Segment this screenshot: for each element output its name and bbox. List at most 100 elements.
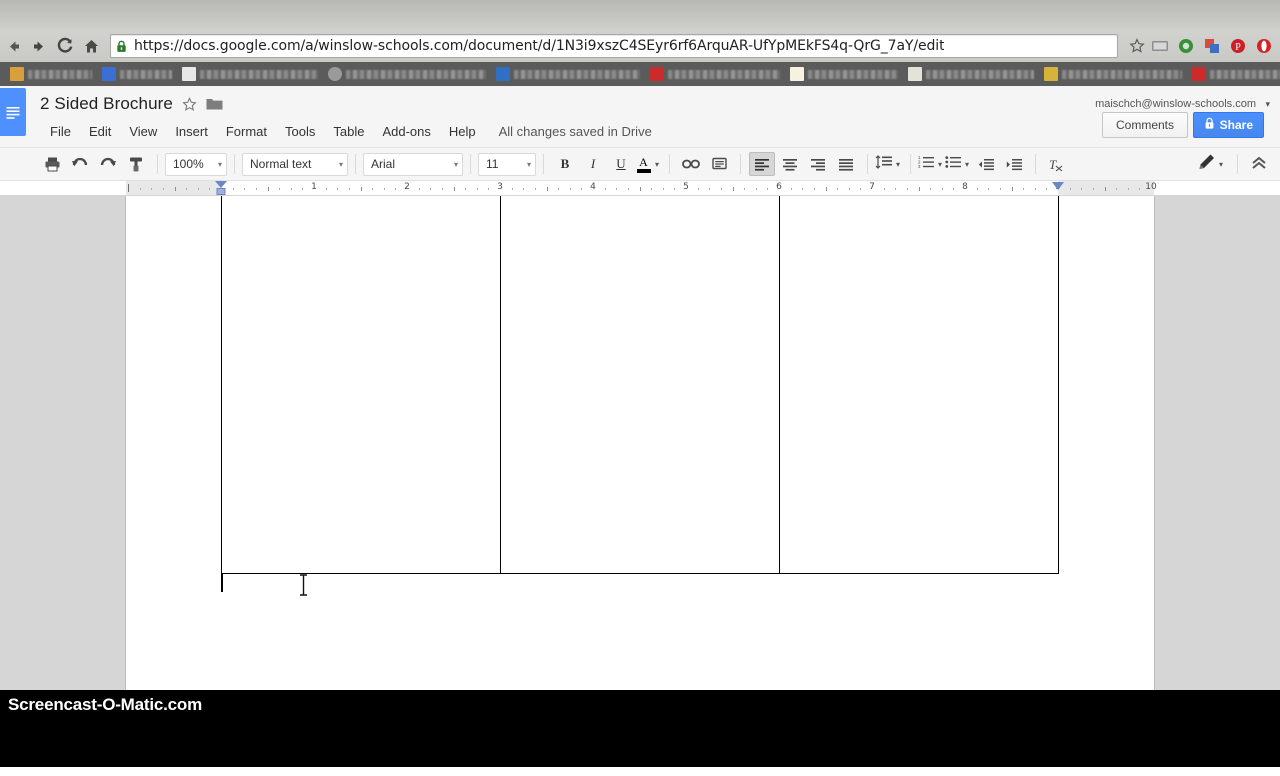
chevron-down-icon: ▾ [893,160,903,169]
home-icon[interactable] [78,33,104,59]
numbered-list-button[interactable]: 1 2 3 ▾ [918,155,945,173]
translate-icon[interactable] [1200,34,1224,58]
bold-button[interactable]: B [552,152,578,176]
account-email[interactable]: maischch@winslow-schools.com [1095,98,1256,110]
underline-button[interactable]: U [608,152,634,176]
ruler-tick-minor [698,188,699,190]
text-color-button[interactable]: A ▾ [635,156,662,173]
table-cell-column-3[interactable] [780,196,1059,574]
bookmarks-bar[interactable] [0,62,1280,86]
text-color-swatch [637,169,651,173]
align-center-icon[interactable] [777,152,803,176]
document-canvas[interactable] [0,196,1280,690]
zoom-dropdown[interactable]: 100% ▾ [165,153,227,176]
bookmark-item[interactable] [1192,67,1280,81]
decrease-indent-icon[interactable] [973,152,999,176]
undo-icon[interactable] [67,152,93,176]
bookmark-item[interactable] [496,67,640,81]
increase-indent-icon[interactable] [1001,152,1027,176]
menu-format[interactable]: Format [217,122,276,141]
menu-add-ons[interactable]: Add-ons [373,122,439,141]
share-button[interactable]: Share [1193,112,1264,138]
brochure-table[interactable] [221,196,1059,574]
left-indent-marker[interactable] [215,181,227,188]
apps-icon[interactable] [1148,34,1172,58]
clear-formatting-icon[interactable]: T [1044,152,1070,176]
comments-button[interactable]: Comments [1102,112,1188,138]
right-indent-marker[interactable] [1052,182,1064,190]
screencast-watermark: Screencast-O-Matic.com [0,690,1280,720]
ruler-tick-minor [605,188,606,190]
font-family-dropdown[interactable]: Arial ▾ [363,153,463,176]
google-docs-logo-icon[interactable] [0,88,26,136]
document-ruler[interactable]: 12345678910 [0,181,1280,196]
lock-icon [115,39,128,53]
bookmark-item[interactable] [182,67,318,81]
menu-help[interactable]: Help [440,122,485,141]
align-left-icon[interactable] [749,152,775,176]
link-icon[interactable] [678,152,704,176]
chevron-down-icon: ▾ [652,160,662,169]
align-justify-icon[interactable] [833,152,859,176]
back-arrow-icon[interactable] [0,33,26,59]
toolbar-divider [1237,154,1238,174]
star-icon[interactable] [1126,38,1148,54]
ruler-tick-minor [756,188,757,190]
bookmark-item[interactable] [790,67,898,81]
table-cell-column-2[interactable] [500,196,780,574]
chevron-down-icon: ▾ [339,160,343,169]
ruler-tick-minor [628,188,629,190]
chevron-up-icon[interactable] [1246,152,1272,176]
table-row[interactable] [222,196,1059,574]
bookmark-favicon-icon [10,67,24,81]
ruler-tick-minor [337,188,338,190]
svg-text:3: 3 [918,164,921,168]
italic-button[interactable]: I [580,152,606,176]
line-spacing-button[interactable]: ▾ [875,155,903,174]
menu-table[interactable]: Table [324,122,373,141]
bulleted-list-button[interactable]: ▾ [945,155,972,173]
star-outline-icon[interactable] [182,97,197,112]
ruler-tick-minor [930,188,931,190]
left-indent-marker-box[interactable] [217,188,226,195]
table-cell-column-1[interactable] [222,196,501,574]
browser-tab-strip[interactable] [0,0,1280,30]
extension-icon[interactable] [1174,34,1198,58]
menu-edit[interactable]: Edit [80,122,120,141]
pinterest-icon[interactable]: P [1226,34,1250,58]
bookmark-item[interactable] [328,67,486,81]
page-title[interactable]: 2 Sided Brochure [40,94,173,114]
reload-icon[interactable] [52,33,78,59]
menu-file[interactable]: File [41,122,80,141]
bookmark-item[interactable] [908,67,1034,81]
opera-icon[interactable] [1252,34,1276,58]
numbered-list-icon: 1 2 3 [918,155,935,173]
bookmark-item[interactable] [10,67,92,81]
add-comment-icon[interactable] [706,152,732,176]
paint-format-icon[interactable] [123,152,149,176]
bookmark-item[interactable] [650,67,780,81]
bookmark-item[interactable] [102,67,172,81]
document-page[interactable] [126,196,1154,690]
chevron-down-icon[interactable]: ▾ [1265,99,1270,110]
align-right-icon[interactable] [805,152,831,176]
forward-arrow-icon[interactable] [26,33,52,59]
redo-icon[interactable] [95,152,121,176]
google-docs-app: 2 Sided Brochure File Edit View Insert F… [0,86,1280,690]
edit-mode-button[interactable]: ▾ [1197,153,1226,175]
font-size-dropdown[interactable]: 11 ▾ [478,153,536,176]
svg-text:P: P [1235,42,1241,53]
bookmark-item[interactable] [1044,67,1182,81]
print-icon[interactable] [39,152,65,176]
bookmark-label [28,70,92,79]
ruler-number: 8 [962,182,968,192]
paragraph-style-dropdown[interactable]: Normal text ▾ [242,153,348,176]
bookmark-favicon-icon [790,67,804,81]
ruler-tick-minor [721,188,722,190]
folder-icon[interactable] [206,97,223,111]
menu-view[interactable]: View [120,122,166,141]
menu-insert[interactable]: Insert [166,122,217,141]
menu-tools[interactable]: Tools [276,122,324,141]
address-bar[interactable]: https://docs.google.com/a/winslow-school… [110,34,1118,58]
docs-toolbar: 100% ▾ Normal text ▾ Arial ▾ 11 ▾ B I U … [0,148,1280,181]
